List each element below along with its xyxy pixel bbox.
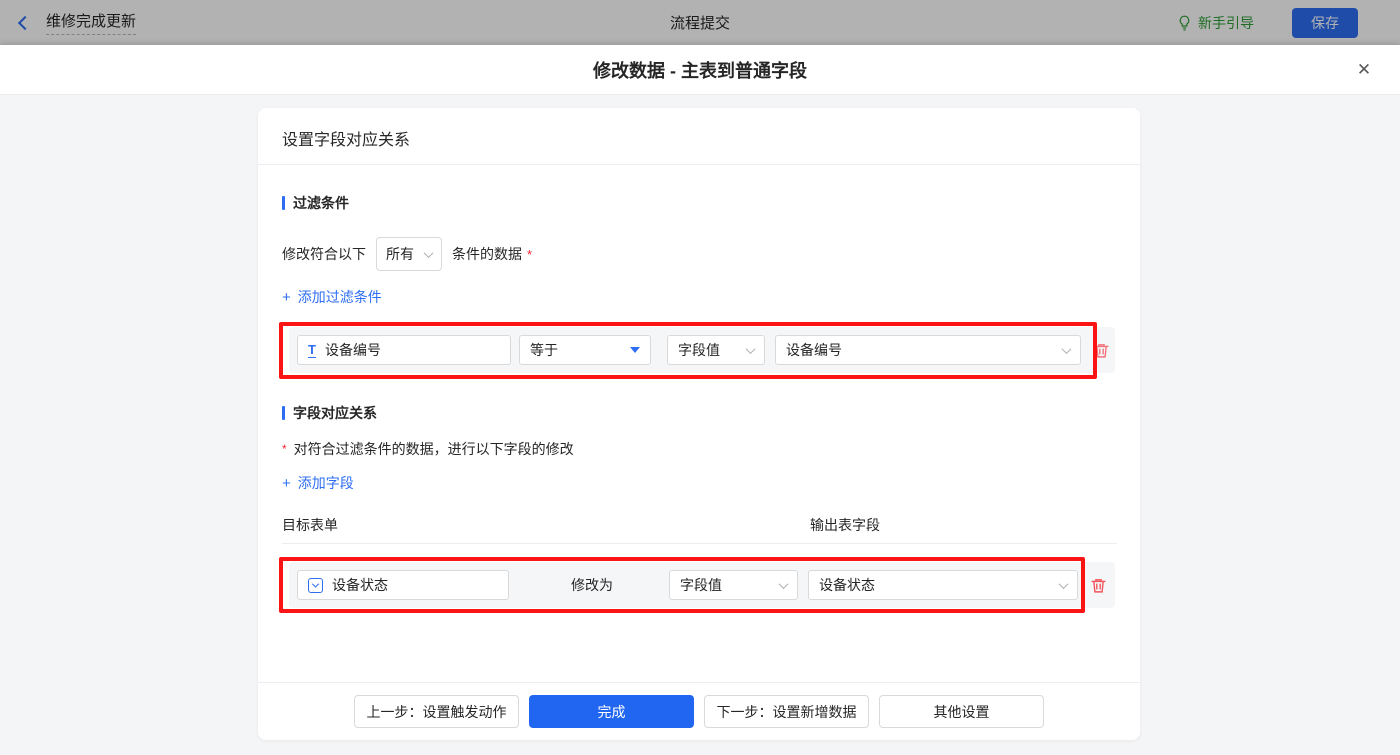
add-filter-condition-link[interactable]: + 添加过滤条件 (282, 287, 382, 307)
add-filter-label: 添加过滤条件 (297, 289, 382, 305)
save-button[interactable]: 保存 (1292, 7, 1358, 38)
app-top-bar: 维修完成更新 流程提交 新手引导 保存 (0, 0, 1400, 45)
add-field-link[interactable]: + 添加字段 (282, 473, 354, 493)
filter-section-title: 过滤条件 (282, 193, 1117, 213)
beginner-guide-link[interactable]: 新手引导 (1177, 13, 1254, 33)
chevron-down-icon (423, 247, 434, 258)
condition-mode-select[interactable]: 所有 (376, 237, 442, 271)
add-field-label: 添加字段 (297, 475, 354, 491)
card-title: 设置字段对应关系 (258, 108, 1140, 165)
trash-icon (1094, 343, 1109, 358)
value-type-select[interactable]: 字段值 (667, 335, 765, 365)
chevron-left-icon (17, 15, 33, 30)
close-icon[interactable]: ✕ (1352, 58, 1376, 82)
filter-row: T 设备编号 等于 字段值 设备编号 (279, 322, 1117, 379)
mapping-description: * 对符合过滤条件的数据，进行以下字段的修改 (282, 439, 1117, 459)
delete-filter-row-button[interactable] (1093, 342, 1110, 359)
caret-down-icon (630, 347, 640, 353)
section-accent-bar (282, 406, 285, 420)
mapping-description-text: 对符合过滤条件的数据，进行以下字段的修改 (293, 441, 574, 457)
mapping-section-label: 字段对应关系 (293, 405, 377, 421)
mapping-value-field-select[interactable]: 设备状态 (808, 570, 1078, 600)
mapping-column-headers: 目标表单 输出表字段 (282, 515, 1117, 533)
other-settings-button[interactable]: 其他设置 (879, 695, 1044, 728)
chevron-down-icon (745, 343, 756, 354)
chevron-down-icon (778, 578, 789, 589)
lightbulb-icon (1179, 15, 1190, 31)
flow-name[interactable]: 维修完成更新 (46, 10, 137, 35)
value-type-value: 字段值 (678, 342, 720, 358)
filter-condition-line: 修改符合以下 所有 条件的数据 * (282, 237, 1117, 271)
text-field-icon: T (308, 341, 316, 358)
target-field-value: 设备状态 (332, 577, 388, 593)
prev-step-button[interactable]: 上一步：设置触发动作 (354, 695, 519, 728)
filter-field-input[interactable]: T 设备编号 (297, 335, 511, 365)
chevron-down-icon (1058, 578, 1069, 589)
modal-header: 修改数据 - 主表到普通字段 ✕ (0, 45, 1400, 95)
delete-mapping-row-button[interactable] (1090, 577, 1107, 594)
condition-mode-value: 所有 (386, 246, 414, 262)
mapping-section-title: 字段对应关系 (282, 403, 1117, 423)
plus-icon: + (282, 474, 291, 492)
filter-field-value: 设备编号 (324, 342, 381, 358)
card-footer: 上一步：设置触发动作 完成 下一步：设置新增数据 其他设置 (258, 682, 1140, 740)
guide-label: 新手引导 (1198, 14, 1254, 31)
next-step-button[interactable]: 下一步：设置新增数据 (704, 695, 869, 728)
mapping-row-band: 设备状态 修改为 字段值 设备状态 (289, 562, 1115, 608)
mapping-row: 设备状态 修改为 字段值 设备状态 (279, 557, 1117, 613)
mapping-value-type-value: 字段值 (680, 577, 722, 593)
condition-suffix: 条件的数据 (452, 246, 522, 262)
filter-row-band: T 设备编号 等于 字段值 设备编号 (289, 327, 1115, 373)
column-target-form: 目标表单 (282, 517, 338, 533)
plus-icon: + (282, 288, 291, 306)
target-field-input[interactable]: 设备状态 (297, 570, 509, 600)
column-output-field: 输出表字段 (810, 517, 880, 533)
mapping-value-field-value: 设备状态 (819, 577, 875, 593)
field-mapping-card: 设置字段对应关系 过滤条件 修改符合以下 所有 条件的数据 * + 添加过滤条件 (258, 108, 1140, 740)
chevron-down-icon (1061, 343, 1072, 354)
value-field-select[interactable]: 设备编号 (775, 335, 1081, 365)
edit-data-modal: 修改数据 - 主表到普通字段 ✕ 设置字段对应关系 过滤条件 修改符合以下 所有… (0, 45, 1400, 755)
operator-select[interactable]: 等于 (519, 335, 651, 365)
back-button[interactable] (17, 15, 33, 30)
condition-prefix: 修改符合以下 (282, 246, 366, 262)
column-divider (282, 543, 1117, 544)
required-asterisk: * (527, 246, 533, 262)
trash-icon (1091, 578, 1106, 593)
modal-title: 修改数据 - 主表到普通字段 (593, 60, 807, 81)
select-field-icon (308, 577, 323, 593)
modify-to-label: 修改为 (571, 577, 613, 593)
done-button[interactable]: 完成 (529, 695, 694, 728)
required-asterisk: * (282, 442, 287, 456)
filter-section-label: 过滤条件 (293, 195, 349, 211)
operator-value: 等于 (530, 342, 558, 358)
section-accent-bar (282, 196, 285, 210)
value-field-value: 设备编号 (786, 342, 842, 358)
mapping-value-type-select[interactable]: 字段值 (669, 570, 798, 600)
